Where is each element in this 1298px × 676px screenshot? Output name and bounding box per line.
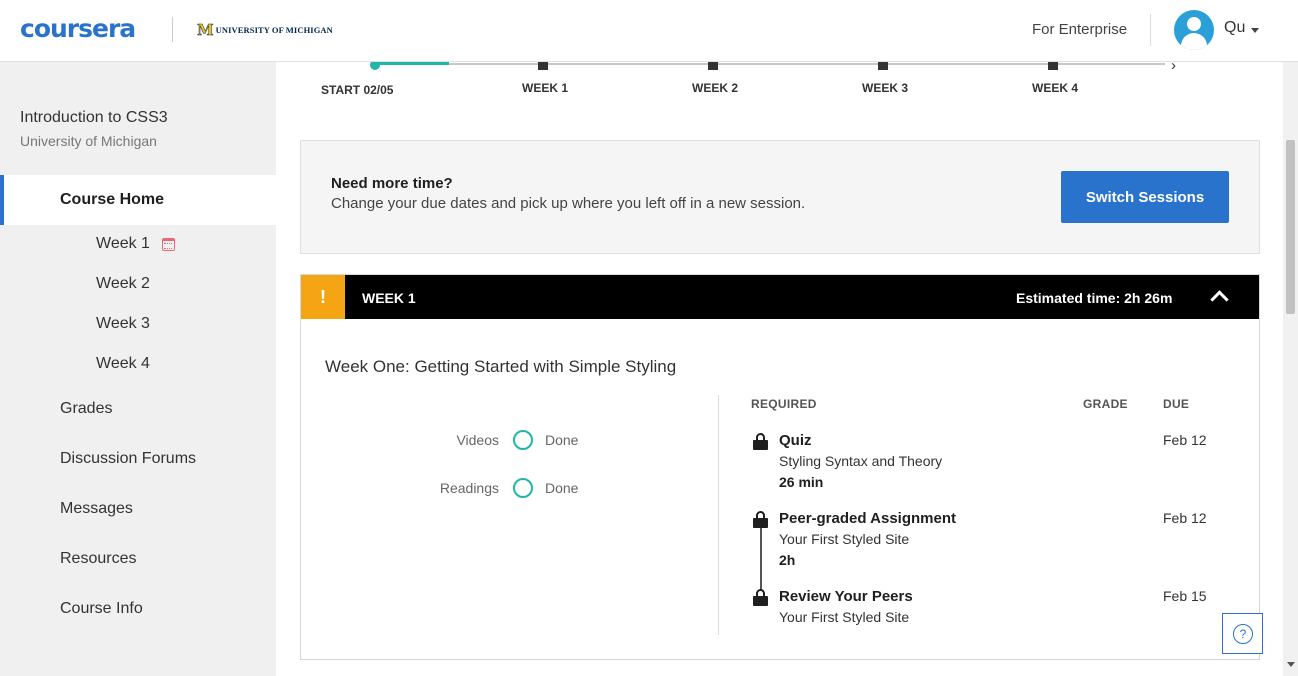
progress-label: Readings — [439, 480, 499, 496]
item-type-review-peers[interactable]: Review Your Peers — [779, 588, 913, 605]
column-header-required: REQUIRED — [751, 397, 817, 411]
user-avatar-icon[interactable] — [1174, 10, 1214, 50]
help-button[interactable]: ? — [1222, 613, 1263, 654]
item-due-date: Feb 12 — [1163, 510, 1207, 526]
user-name[interactable]: Qu — [1224, 19, 1245, 37]
banner-title: Need more time? — [331, 175, 453, 192]
timeline-label-week-4[interactable]: WEEK 4 — [1032, 81, 1078, 95]
progress-circle-icon — [513, 430, 533, 450]
umich-block-m-icon: M — [197, 21, 214, 40]
for-enterprise-link[interactable]: For Enterprise — [1032, 21, 1127, 38]
timeline-progress — [372, 62, 449, 65]
sidebar-item-week-2[interactable]: Week 2 — [96, 275, 150, 293]
course-title[interactable]: Introduction to CSS3 — [20, 109, 168, 127]
chevron-down-icon[interactable] — [1251, 28, 1259, 33]
sidebar-item-discussion-forums[interactable]: Discussion Forums — [60, 450, 196, 468]
item-name[interactable]: Your First Styled Site — [779, 609, 909, 625]
item-due-date: Feb 15 — [1163, 588, 1207, 604]
progress-videos: Videos Done — [439, 430, 578, 450]
sidebar-item-label: Week 1 — [96, 235, 150, 252]
item-type-quiz[interactable]: Quiz — [779, 432, 812, 449]
item-duration: 2h — [779, 552, 796, 568]
column-divider — [718, 395, 719, 635]
item-duration: 26 min — [779, 474, 824, 490]
coursera-logo[interactable]: coursera — [20, 14, 136, 43]
lock-icon — [753, 433, 768, 450]
header-divider — [1150, 14, 1151, 46]
page-scrollbar[interactable] — [1283, 62, 1298, 676]
sidebar-item-week-4[interactable]: Week 4 — [96, 355, 150, 373]
university-logo: M UNIVERSITY OF MICHIGAN — [197, 21, 333, 40]
switch-session-banner: Need more time? Change your due dates an… — [300, 140, 1260, 254]
sidebar-item-resources[interactable]: Resources — [60, 550, 136, 568]
timeline-track — [370, 63, 1165, 65]
sidebar-item-course-home[interactable]: Course Home — [0, 175, 276, 225]
course-sidebar: Introduction to CSS3 University of Michi… — [0, 62, 276, 676]
sidebar-item-label: Course Home — [60, 191, 165, 208]
progress-readings: Readings Done — [439, 478, 578, 498]
chevron-up-icon[interactable] — [1210, 290, 1229, 309]
banner-subtitle: Change your due dates and pick up where … — [331, 195, 806, 212]
week-heading: Week One: Getting Started with Simple St… — [325, 357, 677, 376]
lock-icon — [753, 589, 768, 606]
column-header-grade: GRADE — [1083, 397, 1128, 411]
calendar-icon — [161, 237, 175, 251]
week-header-bar[interactable]: ! WEEK 1 Estimated time: 2h 26m — [301, 275, 1259, 319]
column-header-due: DUE — [1163, 397, 1190, 411]
course-org: University of Michigan — [20, 133, 157, 149]
week-label: WEEK 1 — [362, 290, 416, 306]
switch-sessions-button[interactable]: Switch Sessions — [1061, 171, 1229, 223]
sidebar-item-messages[interactable]: Messages — [60, 500, 133, 518]
connector-line — [760, 528, 762, 590]
progress-status: Done — [545, 432, 579, 448]
scrollbar-thumb[interactable] — [1286, 140, 1295, 314]
scroll-down-arrow-icon[interactable] — [1287, 662, 1295, 667]
logo-divider — [172, 17, 173, 42]
timeline-label-week-3[interactable]: WEEK 3 — [862, 81, 908, 95]
week-1-card: ! WEEK 1 Estimated time: 2h 26m Week One… — [300, 274, 1260, 660]
item-name[interactable]: Styling Syntax and Theory — [779, 453, 942, 469]
sidebar-item-week-3[interactable]: Week 3 — [96, 315, 150, 333]
item-due-date: Feb 12 — [1163, 432, 1207, 448]
sidebar-item-course-info[interactable]: Course Info — [60, 600, 143, 618]
progress-label: Videos — [456, 432, 499, 448]
top-header: coursera M UNIVERSITY OF MICHIGAN For En… — [0, 0, 1298, 62]
sidebar-item-grades[interactable]: Grades — [60, 400, 112, 418]
university-name: UNIVERSITY OF MICHIGAN — [215, 25, 333, 35]
alert-icon: ! — [301, 275, 345, 319]
question-icon: ? — [1233, 624, 1253, 644]
timeline-label-week-2[interactable]: WEEK 2 — [692, 81, 738, 95]
progress-status: Done — [545, 480, 579, 496]
sidebar-item-week-1[interactable]: Week 1 — [96, 235, 175, 253]
estimated-time: Estimated time: 2h 26m — [1016, 290, 1173, 306]
item-name[interactable]: Your First Styled Site — [779, 531, 909, 547]
timeline-label-start: START 02/05 — [321, 83, 394, 97]
timeline-label-week-1[interactable]: WEEK 1 — [522, 81, 568, 95]
item-type-peer-assignment[interactable]: Peer-graded Assignment — [779, 510, 956, 527]
progress-circle-icon — [513, 478, 533, 498]
lock-icon — [753, 511, 768, 528]
